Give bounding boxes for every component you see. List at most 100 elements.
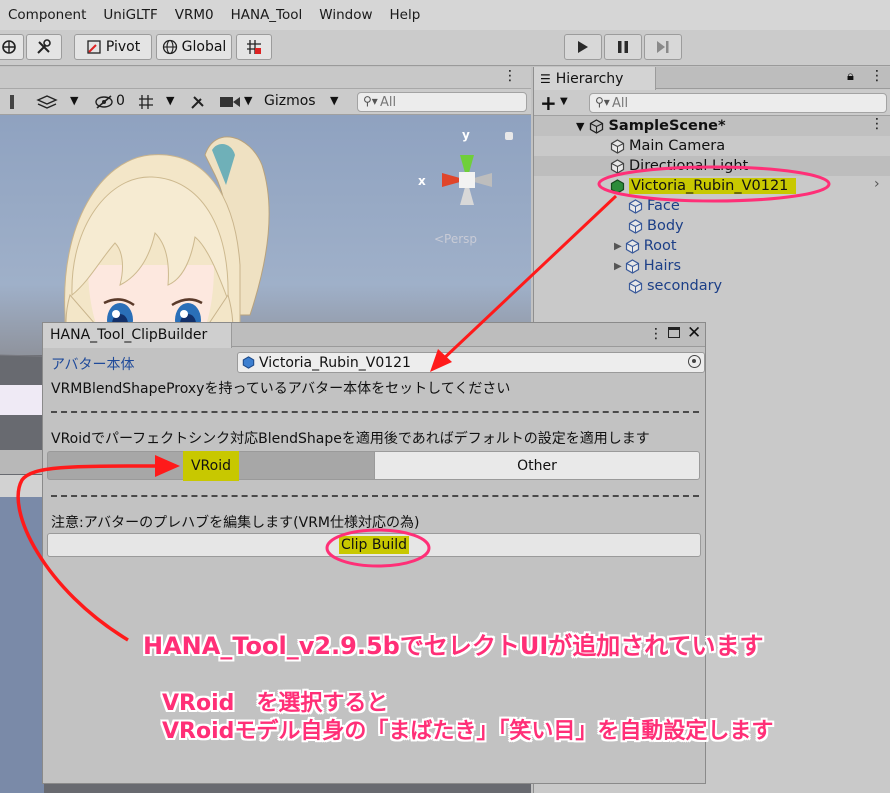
layers-icon[interactable] [36,93,58,111]
wrench-icon [37,39,51,54]
step-button[interactable] [644,34,682,60]
clip-build-button[interactable]: Clip Build [47,533,701,557]
grid-icon[interactable] [137,93,155,111]
camera-dropdown-icon[interactable]: ▼ [244,94,252,107]
menu-vrm0[interactable]: VRM0 [167,7,223,23]
menu-unigltf[interactable]: UniGLTF [95,7,166,23]
object-picker-icon[interactable] [688,355,701,368]
option-vroid-button[interactable]: VRoid [47,450,375,481]
hierarchy-item-label: Body [647,218,684,234]
layers-dropdown-icon[interactable]: ▼ [70,94,78,107]
expand-arrow-icon[interactable]: ▶ [614,241,622,252]
hierarchy-item-directional-light[interactable]: Directional Light [534,156,890,176]
list-icon: ☰ [540,71,551,86]
window-more-icon[interactable]: ⋮ [649,326,663,342]
avatar-field-label: アバター本体 [51,357,135,373]
gameobject-icon [625,258,639,274]
gameobject-icon [610,158,625,174]
grid-dropdown-icon[interactable]: ▼ [166,94,174,107]
add-icon[interactable]: + [540,91,557,115]
gizmos-button[interactable]: Gizmos [264,93,316,109]
audio-toggle-icon[interactable] [10,95,14,109]
hierarchy-item-main-camera[interactable]: Main Camera [534,136,890,156]
scene-tab-bar: ⋮ [0,67,531,89]
avatar-instruction: VRMBlendShapeProxyを持っているアバター本体をセットしてください [51,381,511,397]
main-toolbar: Pivot Global [0,30,890,66]
gameobject-icon [610,138,625,154]
menu-window[interactable]: Window [311,7,381,23]
hierarchy-tab-label: Hierarchy [555,70,624,87]
hierarchy-item-root[interactable]: ▶ Root [534,236,890,256]
clip-builder-title: HANA_Tool_ClipBuilder [50,327,208,343]
scene-more-icon[interactable]: ⋮ [870,116,884,132]
expand-arrow-icon[interactable]: ▶ [614,261,622,272]
menu-hana-tool[interactable]: HANA_Tool [223,7,312,23]
clip-builder-tab-bar: HANA_Tool_ClipBuilder ⋮ ✕ [43,323,705,348]
pause-icon [618,41,628,53]
scene-toolbar: ▼ 0 ▼ ▼ Gizmos ▼ ⚲▾ All [0,89,531,115]
search-icon: ⚲▾ [363,94,378,108]
hierarchy-item-body[interactable]: Body [534,216,890,236]
effects-icon[interactable] [189,93,207,111]
warning-text: 注意:アバターのプレハブを編集します(VRM仕様対応の為) [51,515,420,531]
pivot-label: Pivot [105,39,141,55]
menu-component[interactable]: Component [0,7,95,23]
hierarchy-tab[interactable]: ☰ Hierarchy [534,67,656,90]
pause-button[interactable] [604,34,642,60]
hierarchy-item-label: Victoria_Rubin_V0121 [629,178,797,194]
step-icon [657,41,669,53]
gizmo-y-label: y [462,128,470,142]
scene-search-input[interactable]: ⚲▾ All [357,92,527,112]
add-dropdown-icon[interactable]: ▼ [560,96,568,107]
gameobject-icon [628,198,643,214]
gizmo-x-label: x [418,174,426,188]
scene-search-placeholder: All [380,95,397,110]
prefab-icon [242,356,255,369]
scene-more-icon[interactable]: ⋮ [503,68,517,84]
lock-icon[interactable] [505,132,513,140]
expand-arrow-icon[interactable]: ▼ [576,120,584,133]
hierarchy-item-face[interactable]: Face [534,196,890,216]
chevron-right-icon[interactable]: › [874,176,880,192]
visibility-icon[interactable] [94,94,114,110]
clip-builder-tab[interactable]: HANA_Tool_ClipBuilder [43,323,232,348]
hierarchy-item-samplescene[interactable]: ▼ SampleScene* ⋮ [534,116,890,136]
hierarchy-more-icon[interactable]: ⋮ [870,68,884,84]
grid-snap-button[interactable] [236,34,272,60]
close-icon[interactable]: ✕ [687,323,701,343]
avatar-object-value: Victoria_Rubin_V0121 [259,354,411,371]
option-vroid-label: VRoid [182,450,240,481]
rotate-icon [2,40,16,54]
menu-help[interactable]: Help [382,7,430,23]
divider [51,495,699,497]
persp-label[interactable]: <Persp [434,232,477,246]
pivot-button[interactable]: Pivot [74,34,152,60]
hierarchy-item-label: Face [647,198,680,214]
option-other-label: Other [517,457,557,474]
option-other-button[interactable]: Other [374,451,700,480]
clip-build-label: Clip Build [338,536,410,554]
lock-icon[interactable]: 🔒︎ [847,69,854,84]
hierarchy-toolbar: + ▼ ⚲▾ All [534,90,890,116]
hierarchy-item-hairs[interactable]: ▶ Hairs [534,256,890,276]
hierarchy-search-input[interactable]: ⚲▾ All [589,93,887,113]
hierarchy-item-secondary[interactable]: secondary [534,276,890,296]
maximize-icon[interactable] [668,327,680,338]
hierarchy-item-label: Directional Light [629,158,749,174]
divider [51,411,699,413]
camera-icon[interactable] [219,94,241,110]
play-icon [578,41,588,53]
avatar-object-field[interactable]: Victoria_Rubin_V0121 [237,352,705,373]
global-label: Global [181,39,227,55]
annotation-line-3: VRoidモデル自身の「まばたき」「笑い目」を自動設定します [162,719,774,744]
prefab-icon [610,178,625,194]
tools-button[interactable] [26,34,62,60]
orientation-gizmo[interactable]: y x [412,125,522,235]
rect-tool-button[interactable] [0,34,24,60]
annotation-line-1: HANA_Tool_v2.9.5bでセレクトUIが追加されています [143,632,764,660]
hierarchy-item-victoria-rubin[interactable]: Victoria_Rubin_V0121 › [534,176,890,196]
gizmos-dropdown-icon[interactable]: ▼ [330,94,338,107]
hierarchy-item-label: secondary [647,278,723,294]
play-button[interactable] [564,34,602,60]
global-button[interactable]: Global [156,34,232,60]
